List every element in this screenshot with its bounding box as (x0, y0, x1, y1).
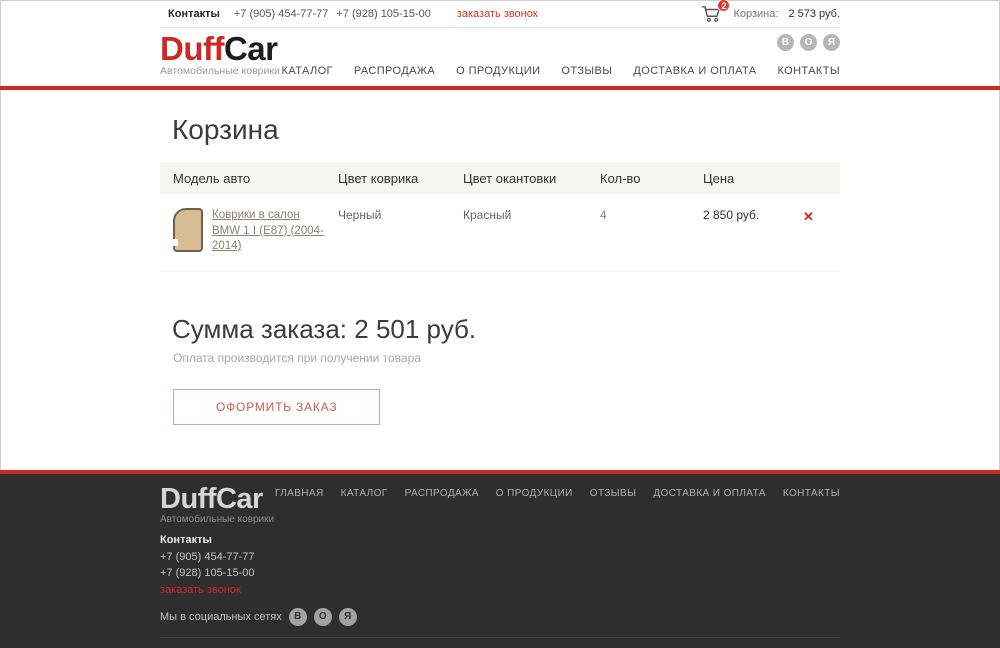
main-nav: КАТАЛОГ РАСПРОДАЖА О ПРОДУКЦИИ ОТЗЫВЫ ДО… (282, 65, 840, 77)
cell-trim-color: Красный (450, 208, 587, 222)
logo-tagline: Автомобильные коврики (160, 65, 280, 77)
cart-icon[interactable]: 2 (701, 5, 723, 23)
product-thumbnail[interactable] (173, 208, 203, 252)
cart-summary: 2 Корзина: 2 573 руб. (701, 5, 840, 23)
col-header-price: Цена (690, 171, 790, 186)
footer-vk-icon[interactable]: в (289, 608, 307, 626)
footer-nav-reviews[interactable]: ОТЗЫВЫ (590, 488, 637, 499)
footer-logo[interactable]: DuffCar Автомобильные коврики (160, 484, 274, 525)
order-total-label: Сумма заказа: (172, 314, 347, 344)
cell-mat-color: Черный (325, 208, 450, 222)
col-header-qty: Кол-во (587, 171, 690, 186)
footer-ya-icon[interactable]: я (339, 608, 357, 626)
footer-nav-catalog[interactable]: КАТАЛОГ (341, 488, 388, 499)
footer-phone-2: +7 (928) 105-15-00 (160, 566, 840, 582)
payment-note: Оплата производится при получении товара (160, 351, 840, 365)
footer: DuffCar Автомобильные коврики ГЛАВНАЯ КА… (0, 470, 1000, 648)
logo-text: DuffCar (160, 32, 280, 66)
cart-count-badge: 2 (717, 0, 730, 12)
cart-total-value: 2 573 руб. (788, 8, 840, 20)
footer-ok-icon[interactable]: о (314, 608, 332, 626)
footer-nav-contacts[interactable]: КОНТАКТЫ (783, 488, 840, 499)
main-content: Корзина Модель авто Цвет коврика Цвет ок… (0, 90, 1000, 470)
checkout-button[interactable]: ОФОРМИТЬ ЗАКАЗ (173, 389, 380, 425)
cell-qty: 4 (587, 208, 690, 222)
delete-item-icon[interactable]: ✕ (803, 208, 814, 223)
order-total-value: 2 501 руб. (354, 314, 476, 344)
cart-table-row: Коврики в салон BMW 1 I (E87) (2004-2014… (160, 194, 840, 272)
footer-phone-1: +7 (905) 454-77-77 (160, 550, 840, 566)
order-total-line: Сумма заказа: 2 501 руб. (160, 314, 840, 345)
footer-nav-about-products[interactable]: О ПРОДУКЦИИ (496, 488, 573, 499)
phone-number-1: +7 (905) 454-77-77 (234, 8, 328, 20)
col-header-trim-color: Цвет окантовки (450, 171, 587, 186)
footer-callback-link[interactable]: заказать звонок (160, 584, 241, 596)
page: Контакты +7 (905) 454-77-77 +7 (928) 105… (0, 0, 1000, 648)
cell-price: 2 850 руб. (690, 208, 790, 222)
header-right: в о я КАТАЛОГ РАСПРОДАЖА О ПРОДУКЦИИ ОТЗ… (282, 28, 840, 77)
ya-icon[interactable]: я (823, 34, 840, 51)
nav-item-sale[interactable]: РАСПРОДАЖА (354, 65, 435, 77)
footer-nav-home[interactable]: ГЛАВНАЯ (275, 488, 324, 499)
footer-logo-text: DuffCar (160, 484, 274, 514)
footer-contacts: Контакты +7 (905) 454-77-77 +7 (928) 105… (160, 534, 840, 596)
nav-item-catalog[interactable]: КАТАЛОГ (282, 65, 333, 77)
contacts-label: Контакты (168, 8, 220, 20)
ok-icon[interactable]: о (800, 34, 817, 51)
cart-label: Корзина: (733, 8, 778, 20)
footer-social-label: Мы в социальных сетях (160, 611, 282, 623)
logo-part-dark: Car (224, 30, 278, 67)
callback-link[interactable]: заказать звонок (457, 8, 538, 20)
cart-table-header: Модель авто Цвет коврика Цвет окантовки … (160, 162, 840, 194)
footer-social-row: Мы в социальных сетях в о я (160, 608, 840, 626)
page-title: Корзина (160, 114, 840, 146)
nav-item-reviews[interactable]: ОТЗЫВЫ (561, 65, 612, 77)
header: DuffCar Автомобильные коврики в о я КАТА… (160, 28, 840, 86)
topbar: Контакты +7 (905) 454-77-77 +7 (928) 105… (160, 0, 840, 28)
nav-item-contacts[interactable]: КОНТАКТЫ (777, 65, 840, 77)
phone-number-2: +7 (928) 105-15-00 (336, 8, 430, 20)
footer-contacts-label: Контакты (160, 534, 840, 546)
logo-part-red: Duff (160, 30, 224, 67)
footer-logo-tagline: Автомобильные коврики (160, 514, 274, 525)
nav-item-about-products[interactable]: О ПРОДУКЦИИ (456, 65, 540, 77)
vk-icon[interactable]: в (777, 34, 794, 51)
col-header-model: Модель авто (160, 171, 325, 186)
footer-nav-sale[interactable]: РАСПРОДАЖА (405, 488, 479, 499)
social-icons: в о я (777, 34, 840, 51)
site-logo[interactable]: DuffCar Автомобильные коврики (160, 28, 280, 77)
footer-credit: Разработка сайта – web-2a.ru (160, 637, 840, 648)
product-link[interactable]: Коврики в салон BMW 1 I (E87) (2004-2014… (212, 208, 325, 255)
footer-top-row: DuffCar Автомобильные коврики ГЛАВНАЯ КА… (160, 484, 840, 525)
footer-nav: ГЛАВНАЯ КАТАЛОГ РАСПРОДАЖА О ПРОДУКЦИИ О… (275, 484, 840, 499)
product-cell: Коврики в салон BMW 1 I (E87) (2004-2014… (160, 208, 325, 255)
col-header-mat-color: Цвет коврика (325, 171, 450, 186)
footer-nav-delivery[interactable]: ДОСТАВКА И ОПЛАТА (653, 488, 765, 499)
nav-item-delivery[interactable]: ДОСТАВКА И ОПЛАТА (633, 65, 756, 77)
